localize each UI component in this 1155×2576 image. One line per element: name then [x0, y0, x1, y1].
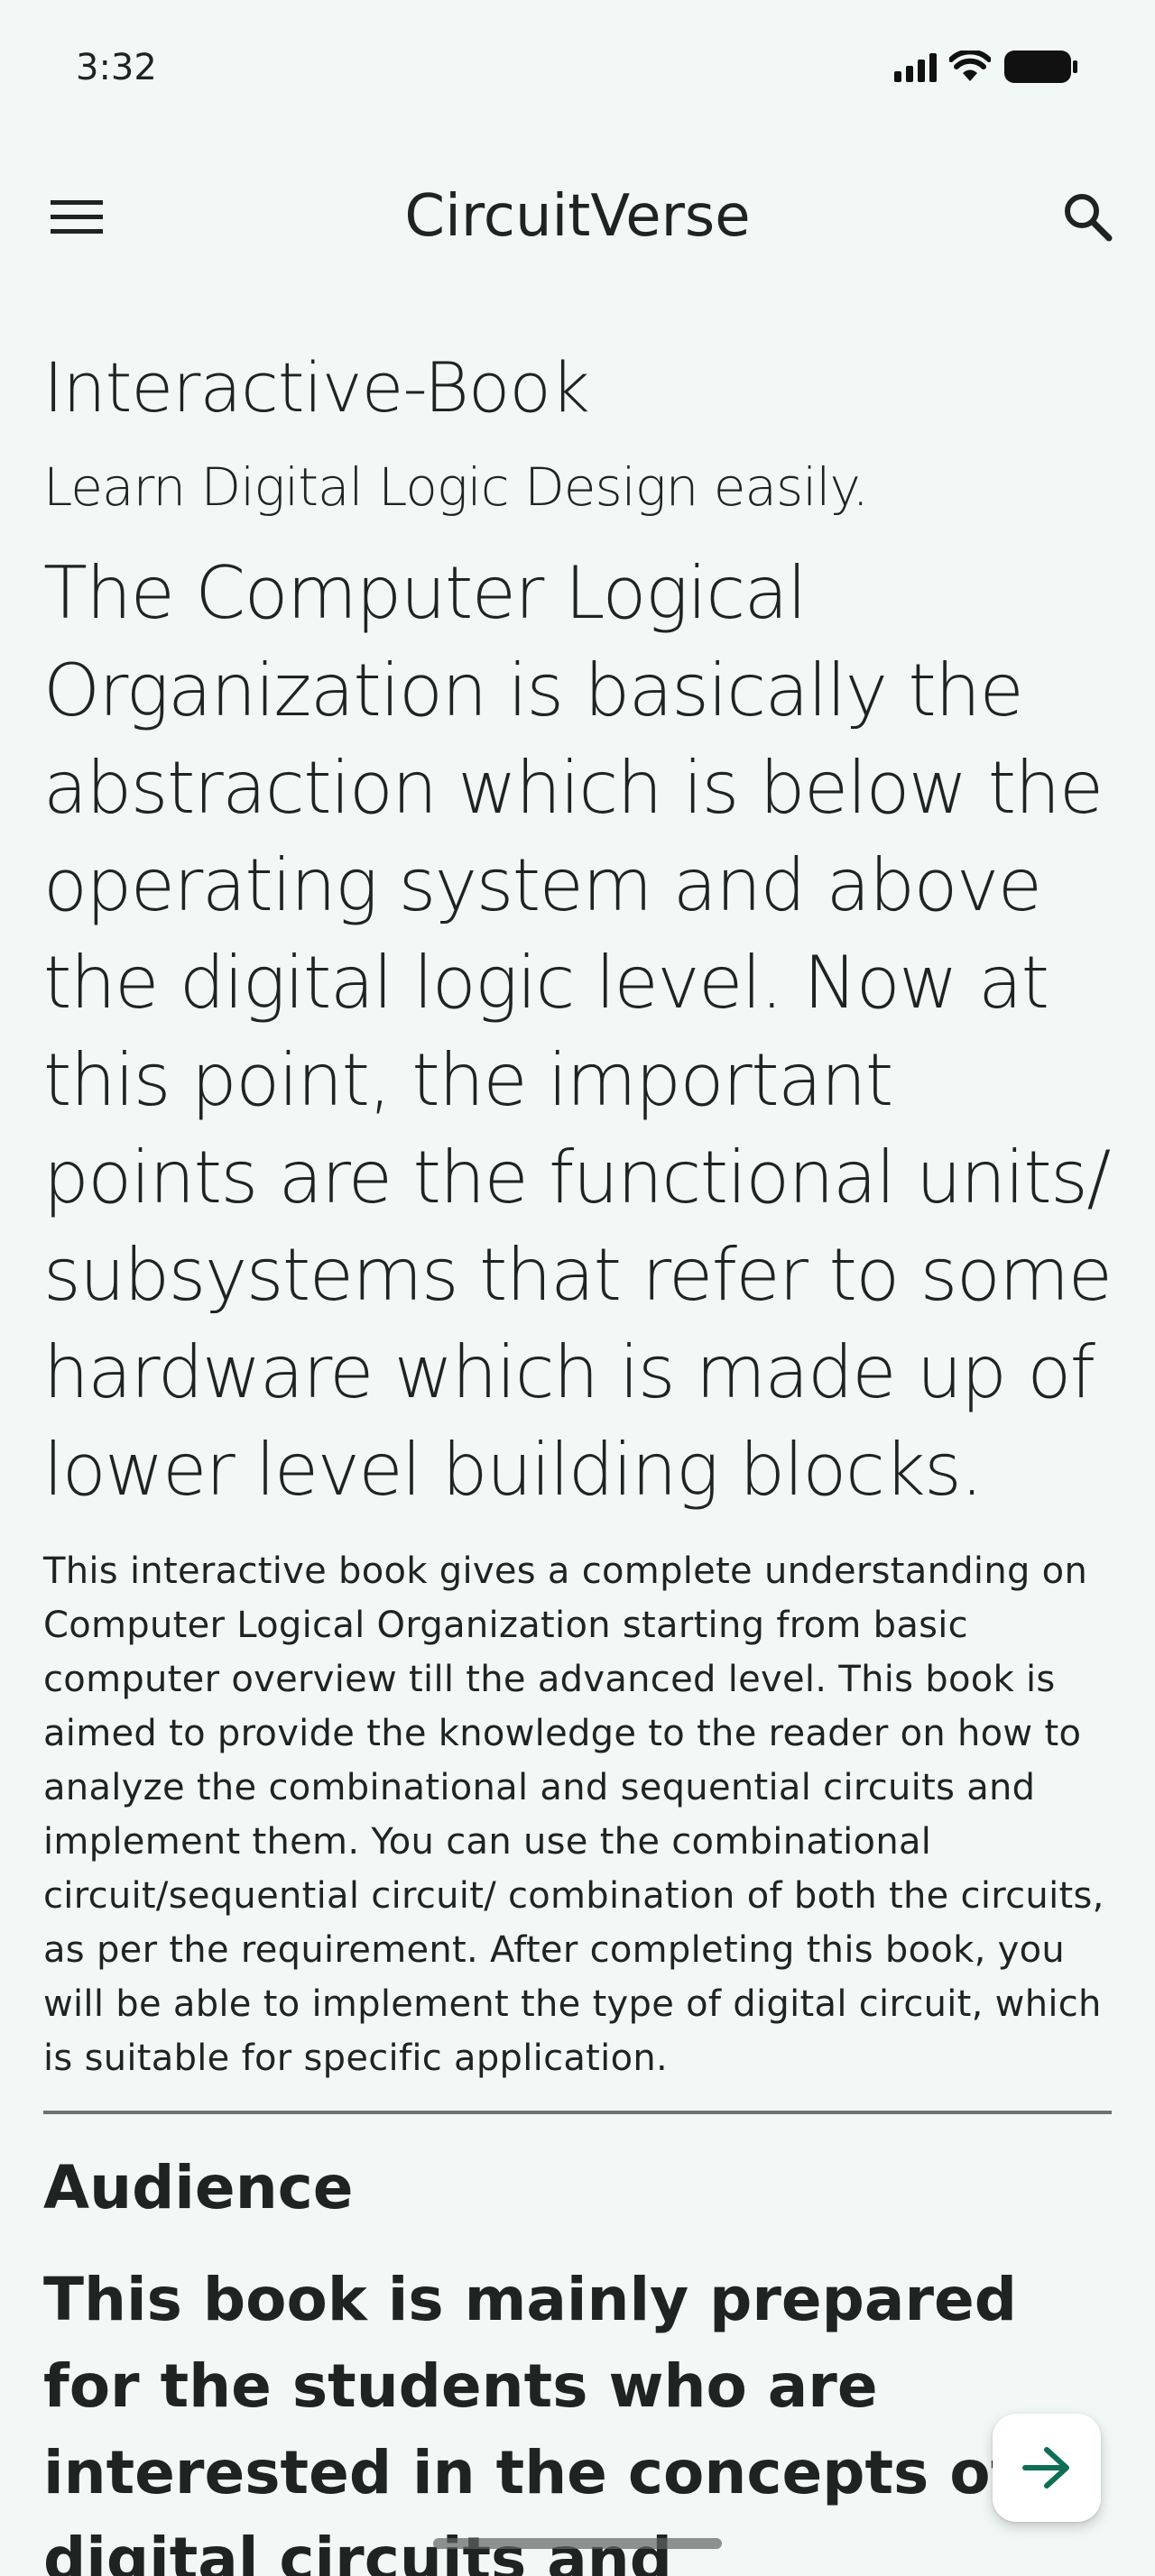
screen: 3:32 CircuitVerse Interactive-Book Learn…	[0, 0, 1155, 2576]
app-title: CircuitVerse	[404, 183, 751, 250]
status-time: 3:32	[76, 47, 157, 88]
home-indicator	[433, 2538, 722, 2549]
app-bar: CircuitVerse	[0, 153, 1155, 280]
section-divider	[43, 2111, 1112, 2114]
section-heading: Audience	[43, 2153, 354, 2222]
search-icon	[1065, 194, 1113, 242]
status-icons	[894, 49, 1079, 85]
section-lead-text: This book is mainly prepared for the stu…	[43, 2265, 1018, 2576]
page-subtitle: Learn Digital Logic Design easily.	[43, 456, 869, 518]
intro-paragraph: The Computer Logical Organization is bas…	[43, 551, 1113, 1512]
search-button[interactable]	[1047, 180, 1128, 253]
signal-icon	[894, 51, 937, 82]
wifi-icon	[949, 51, 991, 81]
book-content: Interactive-Book Learn Digital Logic Des…	[43, 343, 1113, 2576]
next-page-button[interactable]	[993, 2414, 1101, 2522]
arrow-right-icon	[1022, 2447, 1069, 2489]
status-bar: 3:32	[0, 0, 1155, 135]
page-title: Interactive-Book	[43, 347, 590, 428]
battery-icon	[1004, 51, 1077, 83]
body-paragraph: This interactive book gives a complete u…	[43, 1550, 1104, 2079]
